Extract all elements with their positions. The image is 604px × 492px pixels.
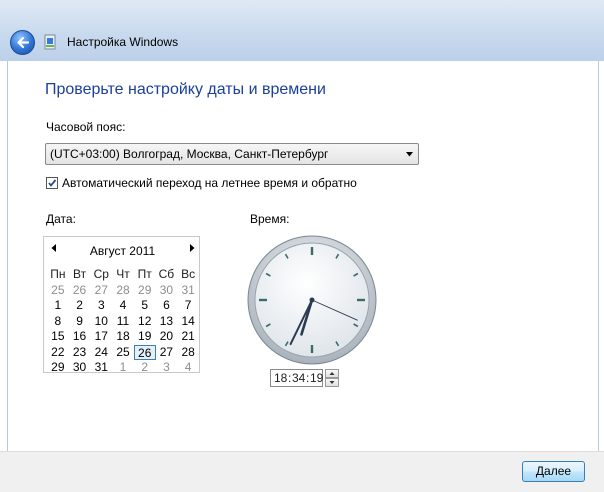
calendar: Август 2011 Пн Вт Ср Чт Пт Сб Вс 25 26 27 28 29 30 31… bbox=[43, 236, 201, 376]
calendar-day[interactable]: 3 bbox=[90, 298, 112, 314]
calendar-day[interactable]: 10 bbox=[90, 314, 112, 330]
calendar-day[interactable]: 26 bbox=[133, 344, 156, 360]
back-arrow-icon bbox=[17, 36, 30, 49]
calendar-day[interactable]: 23 bbox=[69, 345, 91, 361]
time-label: Время: bbox=[250, 212, 290, 226]
calendar-day[interactable]: 24 bbox=[90, 345, 112, 361]
weekday-header: Пн bbox=[50, 267, 66, 281]
calendar-day[interactable]: 28 bbox=[177, 345, 199, 361]
calendar-day[interactable]: 17 bbox=[90, 329, 112, 345]
calendar-day-other-month[interactable]: 2 bbox=[134, 360, 156, 376]
calendar-day[interactable]: 14 bbox=[177, 314, 199, 330]
weekday-header: Чт bbox=[116, 267, 130, 281]
time-seconds[interactable]: 19 bbox=[310, 371, 323, 385]
weekday-header: Сб bbox=[158, 267, 175, 281]
calendar-day-other-month[interactable]: 28 bbox=[112, 283, 134, 299]
calendar-day[interactable]: 1 bbox=[47, 298, 69, 314]
time-hours[interactable]: 18 bbox=[274, 371, 287, 385]
weekday-header: Ср bbox=[93, 267, 109, 281]
time-sep-2: : bbox=[306, 371, 310, 385]
page-title: Проверьте настройку даты и времени bbox=[45, 81, 326, 98]
calendar-day[interactable]: 18 bbox=[112, 329, 134, 345]
window-title: Настройка Windows bbox=[67, 35, 179, 49]
timezone-label: Часовой пояс: bbox=[46, 120, 126, 134]
checkmark-icon bbox=[48, 179, 57, 187]
dst-checkbox[interactable] bbox=[46, 177, 58, 189]
calendar-day[interactable]: 6 bbox=[156, 298, 178, 314]
spin-up-button[interactable] bbox=[325, 369, 339, 378]
calendar-day-other-month[interactable]: 26 bbox=[69, 283, 91, 299]
analog-clock bbox=[247, 235, 377, 365]
time-sep-1: : bbox=[288, 371, 292, 385]
calendar-day-other-month[interactable]: 27 bbox=[90, 283, 112, 299]
calendar-day[interactable]: 22 bbox=[47, 345, 69, 361]
calendar-month-title[interactable]: Август 2011 bbox=[44, 244, 201, 258]
timezone-value: (UTC+03:00) Волгоград, Москва, Санкт-Пет… bbox=[50, 147, 329, 161]
calendar-day[interactable]: 16 bbox=[69, 329, 91, 345]
calendar-grid: Пн Вт Ср Чт Пт Сб Вс 25 26 27 28 29 30 31 1 2 3 4 5 6 7 8 9 10 1… bbox=[47, 267, 199, 376]
dropdown-arrow-icon bbox=[406, 152, 413, 157]
windows-setup-icon bbox=[44, 34, 56, 50]
calendar-day[interactable]: 5 bbox=[134, 298, 156, 314]
calendar-day[interactable]: 4 bbox=[112, 298, 134, 314]
calendar-day[interactable]: 27 bbox=[156, 345, 178, 361]
time-input[interactable]: 18 : 34 : 19 bbox=[270, 369, 323, 387]
spin-down-button[interactable] bbox=[325, 378, 339, 387]
next-month-arrow-icon[interactable] bbox=[187, 243, 197, 253]
calendar-day[interactable]: 20 bbox=[156, 329, 178, 345]
calendar-day[interactable]: 8 bbox=[47, 314, 69, 330]
calendar-day-other-month[interactable]: 3 bbox=[156, 360, 178, 376]
calendar-day[interactable]: 31 bbox=[90, 360, 112, 376]
calendar-day[interactable]: 13 bbox=[156, 314, 178, 330]
calendar-day[interactable]: 9 bbox=[69, 314, 91, 330]
calendar-day[interactable]: 19 bbox=[134, 329, 156, 345]
title-bar bbox=[0, 0, 604, 61]
spin-up-icon bbox=[329, 372, 335, 375]
dst-label: Автоматический переход на летнее время и… bbox=[62, 176, 357, 190]
timezone-select[interactable]: (UTC+03:00) Волгоград, Москва, Санкт-Пет… bbox=[45, 143, 419, 165]
calendar-day[interactable]: 30 bbox=[69, 360, 91, 376]
clock-center bbox=[309, 297, 315, 303]
time-spinner[interactable] bbox=[325, 369, 339, 387]
calendar-day-other-month[interactable]: 4 bbox=[177, 360, 199, 376]
calendar-day[interactable]: 15 bbox=[47, 329, 69, 345]
back-button[interactable] bbox=[10, 30, 35, 55]
spin-down-icon bbox=[329, 381, 335, 384]
date-label: Дата: bbox=[46, 212, 76, 226]
weekday-header: Пт bbox=[137, 267, 152, 281]
calendar-day[interactable]: 7 bbox=[177, 298, 199, 314]
calendar-day-other-month[interactable]: 30 bbox=[156, 283, 178, 299]
calendar-day[interactable]: 11 bbox=[112, 314, 134, 330]
calendar-day-other-month[interactable]: 31 bbox=[177, 283, 199, 299]
calendar-day-other-month[interactable]: 25 bbox=[47, 283, 69, 299]
calendar-day-other-month[interactable]: 1 bbox=[112, 360, 134, 376]
weekday-header: Вс bbox=[181, 267, 196, 281]
calendar-day-other-month[interactable]: 29 bbox=[134, 283, 156, 299]
footer-bar bbox=[0, 451, 604, 492]
calendar-day[interactable]: 25 bbox=[112, 345, 134, 361]
calendar-day[interactable]: 21 bbox=[177, 329, 199, 345]
weekday-header: Вт bbox=[73, 267, 87, 281]
calendar-day[interactable]: 29 bbox=[47, 360, 69, 376]
calendar-day[interactable]: 12 bbox=[134, 314, 156, 330]
calendar-day[interactable]: 2 bbox=[69, 298, 91, 314]
time-minutes[interactable]: 34 bbox=[292, 371, 305, 385]
next-button[interactable]: Далее bbox=[522, 461, 585, 482]
